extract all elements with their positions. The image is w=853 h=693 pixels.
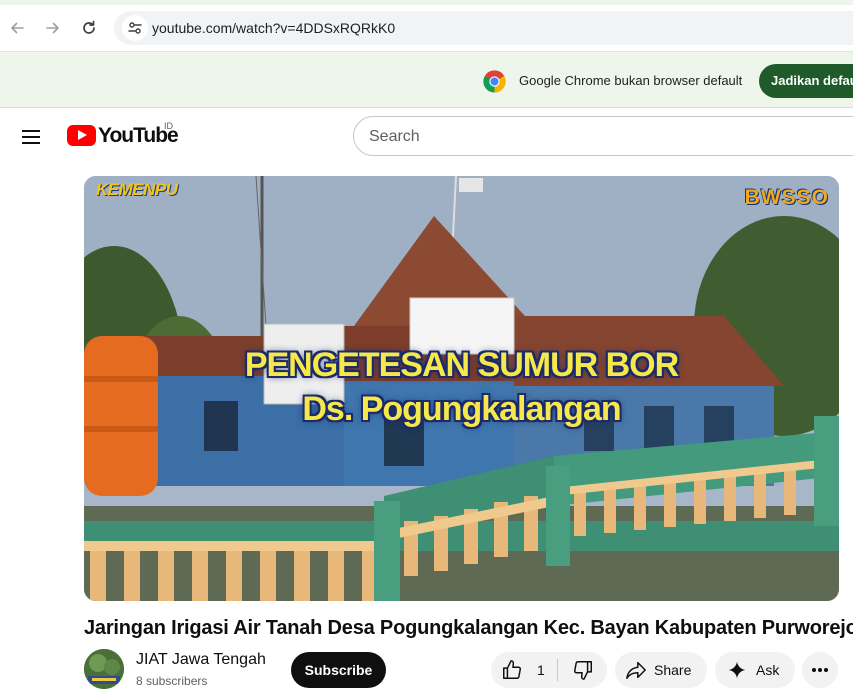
subscribe-button[interactable]: Subscribe xyxy=(291,652,386,688)
infobar-message: Google Chrome bukan browser default xyxy=(519,73,743,88)
youtube-logo[interactable]: YouTube ID xyxy=(67,121,187,150)
back-button[interactable] xyxy=(3,14,31,42)
share-button[interactable]: Share xyxy=(615,652,707,688)
channel-avatar[interactable] xyxy=(84,649,124,689)
country-code: ID xyxy=(164,121,173,131)
channel-name[interactable]: JIAT Jawa Tengah xyxy=(136,651,266,669)
set-default-button[interactable]: Jadikan default xyxy=(759,64,853,98)
bwsso-logo: BWSSO xyxy=(744,186,829,209)
thumbs-down-icon xyxy=(573,661,592,680)
share-label: Share xyxy=(654,662,692,678)
address-bar[interactable]: youtube.com/watch?v=4DDSxRQRkK0 xyxy=(114,11,853,45)
site-info-button[interactable] xyxy=(122,15,148,41)
more-actions-button[interactable] xyxy=(802,652,838,688)
default-browser-infobar: Google Chrome bukan browser default Jadi… xyxy=(0,51,853,108)
search-box[interactable] xyxy=(353,116,853,156)
subscriber-count: 8 subscribers xyxy=(136,674,208,688)
share-arrow-icon xyxy=(626,661,646,679)
reload-button[interactable] xyxy=(75,14,103,42)
sparkle-icon xyxy=(728,661,746,679)
arrow-left-icon xyxy=(11,22,24,34)
browser-toolbar: youtube.com/watch?v=4DDSxRQRkK0 xyxy=(0,5,853,51)
ask-button[interactable]: Ask xyxy=(715,652,795,688)
video-overlay-title: PENGETESAN SUMUR BOR xyxy=(244,346,679,384)
arrow-right-icon xyxy=(46,22,59,34)
reload-icon xyxy=(83,20,95,34)
more-horizontal-icon xyxy=(812,668,828,672)
video-title: Jaringan Irigasi Air Tanah Desa Pogungka… xyxy=(84,617,853,639)
video-frame-scene xyxy=(84,176,839,601)
like-button[interactable]: 1 xyxy=(491,652,557,688)
like-dislike-group: 1 xyxy=(491,652,607,688)
video-overlay-subtitle: Ds. Pogungkalangan xyxy=(302,390,621,428)
url-text[interactable]: youtube.com/watch?v=4DDSxRQRkK0 xyxy=(152,20,395,36)
video-player[interactable]: KEMENPU BWSSO PENGETESAN SUMUR BOR Ds. P… xyxy=(84,176,839,601)
tune-icon xyxy=(128,22,142,34)
guide-menu-button[interactable] xyxy=(16,122,46,152)
dislike-button[interactable] xyxy=(558,652,607,688)
thumbs-up-icon xyxy=(503,660,522,679)
forward-button[interactable] xyxy=(39,14,67,42)
chrome-logo-icon xyxy=(483,70,506,93)
channel-avatar-image xyxy=(84,649,124,689)
kemenpu-logo: KEMENPU xyxy=(96,180,178,199)
youtube-play-icon xyxy=(67,125,96,146)
search-input[interactable] xyxy=(369,126,849,148)
ask-label: Ask xyxy=(756,662,780,678)
hamburger-menu-icon xyxy=(22,130,40,144)
like-count: 1 xyxy=(537,662,545,678)
